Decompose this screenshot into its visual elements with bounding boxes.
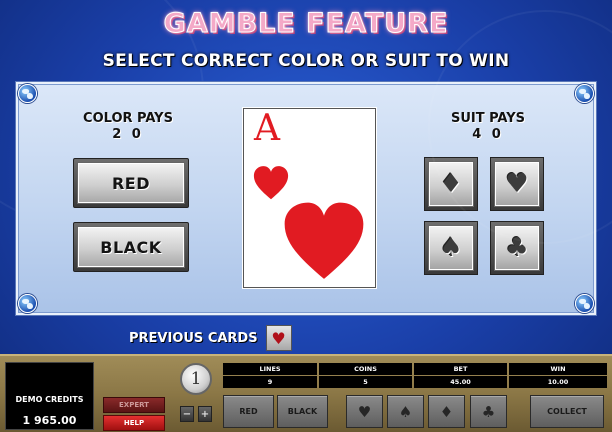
instruction-text: SELECT CORRECT COLOR OR SUIT TO WIN xyxy=(102,51,510,71)
bar-diamond-button[interactable]: ♦ xyxy=(428,395,465,428)
gamble-panel: COLOR PAYS 2 0 RED BLACK A SUIT PAYS 4 0… xyxy=(16,82,596,315)
heart-icon: ♥ xyxy=(494,161,540,207)
bar-black-button[interactable]: BLACK xyxy=(277,395,328,428)
coins-label: COINS xyxy=(319,363,412,375)
red-button-label: RED xyxy=(77,162,185,204)
globe-icon xyxy=(575,84,594,103)
credits-value: 1 965.00 xyxy=(22,414,77,427)
win-label: WIN xyxy=(509,363,607,375)
coin-value-selector[interactable]: 1 xyxy=(180,363,212,395)
spade-icon: ♠ xyxy=(428,225,474,271)
card-rank: A xyxy=(254,108,280,149)
help-button[interactable]: HELP xyxy=(103,415,165,431)
previous-cards-label: PREVIOUS CARDS xyxy=(129,330,258,346)
increase-button[interactable]: + xyxy=(198,406,212,422)
suit-pays-value: 4 0 xyxy=(472,127,504,142)
club-icon: ♣ xyxy=(494,225,540,271)
collect-button[interactable]: COLLECT xyxy=(530,395,604,428)
game-background: GAMBLE FEATURE SELECT CORRECT COLOR OR S… xyxy=(0,0,612,358)
expert-button[interactable]: EXPERT xyxy=(103,397,165,413)
credits-label: DEMO CREDITS xyxy=(15,395,84,404)
bar-red-button[interactable]: RED xyxy=(223,395,274,428)
color-pays-value: 2 0 xyxy=(112,127,144,142)
control-bar: DEMO CREDITS 1 965.00 EXPERT HELP 1 − + … xyxy=(0,354,612,432)
globe-icon xyxy=(18,84,37,103)
diamond-button[interactable]: ♦ xyxy=(424,157,478,211)
playing-card: A xyxy=(243,108,376,288)
black-button[interactable]: BLACK xyxy=(73,222,189,272)
globe-icon xyxy=(18,294,37,313)
lines-value: 9 xyxy=(223,376,317,388)
coins-value: 5 xyxy=(319,376,412,388)
bar-club-button[interactable]: ♣ xyxy=(470,395,507,428)
diamond-icon: ♦ xyxy=(428,161,474,207)
spade-button[interactable]: ♠ xyxy=(424,221,478,275)
credits-display: DEMO CREDITS 1 965.00 xyxy=(5,362,94,430)
red-button[interactable]: RED xyxy=(73,158,189,208)
previous-cards: PREVIOUS CARDS ♥ xyxy=(129,325,292,351)
heart-icon xyxy=(253,166,289,200)
previous-card-heart: ♥ xyxy=(265,325,292,351)
black-button-label: BLACK xyxy=(77,226,185,268)
globe-icon xyxy=(575,294,594,313)
lines-label: LINES xyxy=(223,363,317,375)
bet-label: BET xyxy=(414,363,507,375)
heart-icon xyxy=(284,202,364,279)
gamble-feature-title: GAMBLE FEATURE xyxy=(163,8,449,40)
color-pays-label: COLOR PAYS xyxy=(83,111,173,126)
copyright-watermark xyxy=(600,320,610,350)
heart-button[interactable]: ♥ xyxy=(490,157,544,211)
bet-value: 45.00 xyxy=(414,376,507,388)
bar-heart-button[interactable]: ♥ xyxy=(346,395,383,428)
suit-pays-label: SUIT PAYS xyxy=(450,111,526,126)
club-button[interactable]: ♣ xyxy=(490,221,544,275)
win-value: 10.00 xyxy=(509,376,607,388)
decrease-button[interactable]: − xyxy=(180,406,194,422)
bar-spade-button[interactable]: ♠ xyxy=(387,395,424,428)
